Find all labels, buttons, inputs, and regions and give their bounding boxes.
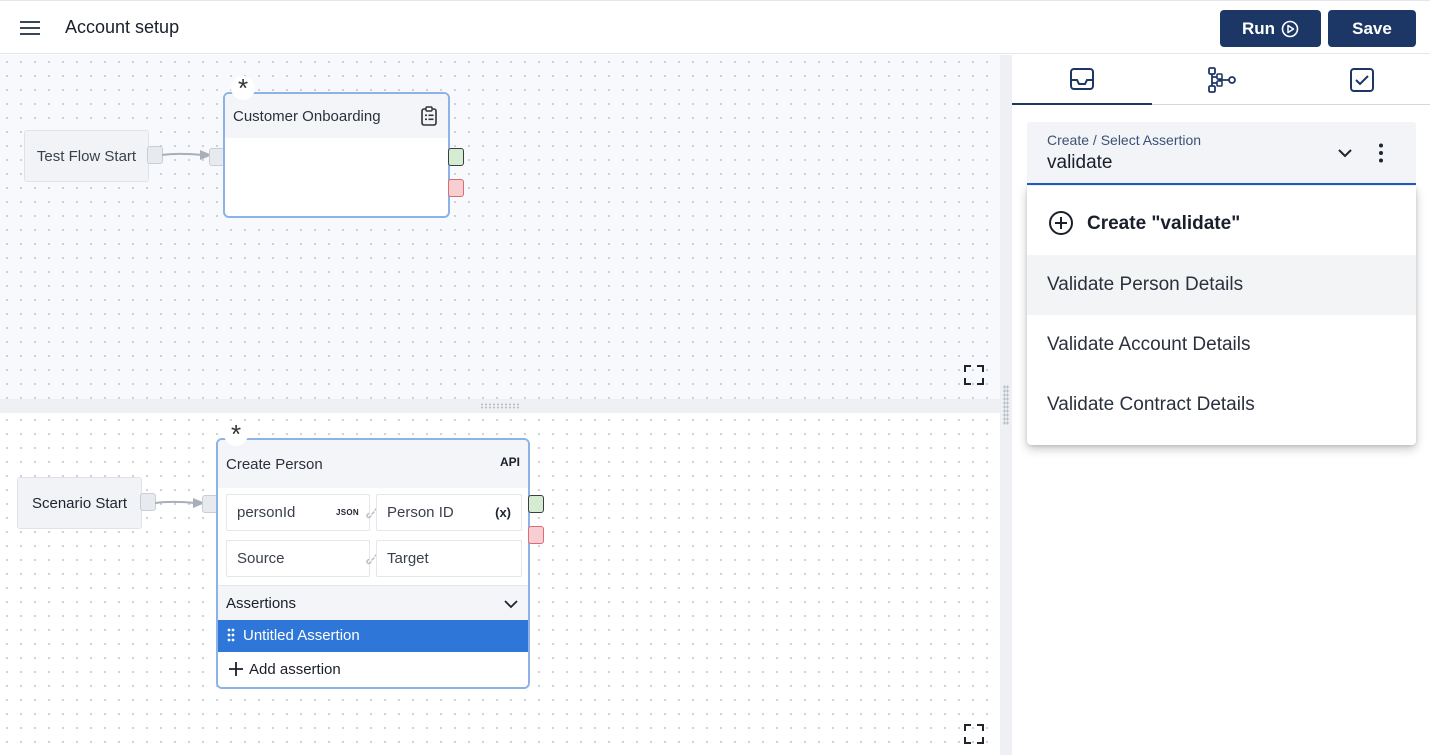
create-assertion-option[interactable]: Create "validate": [1027, 194, 1416, 254]
inbox-icon: [1070, 68, 1094, 90]
assertion-row-selected[interactable]: Untitled Assertion: [218, 620, 528, 652]
asterisk-icon: *: [231, 75, 255, 101]
assertions-label: Assertions: [226, 595, 297, 612]
tab-checks[interactable]: [1292, 55, 1430, 105]
start-node-label: Scenario Start: [31, 494, 128, 512]
connector-arrow: [162, 150, 212, 160]
horizontal-splitter[interactable]: [0, 399, 1000, 413]
tab-inbox[interactable]: [1012, 55, 1152, 105]
node-title: Create Person: [226, 456, 323, 473]
option-label: Validate Contract Details: [1047, 394, 1255, 415]
create-option-label: Create "validate": [1087, 213, 1241, 234]
assertion-search-input[interactable]: [1047, 152, 1307, 174]
node-title: Customer Onboarding: [233, 108, 381, 125]
combobox-label: Create / Select Assertion: [1047, 132, 1202, 148]
add-assertion-label: Add assertion: [249, 661, 341, 678]
tab-flow[interactable]: [1152, 55, 1292, 105]
save-button-label: Save: [1352, 18, 1392, 38]
success-output-port[interactable]: [448, 148, 464, 166]
chevron-down-icon: [504, 600, 518, 609]
start-node-label: Test Flow Start: [36, 147, 137, 165]
mapping-target-field[interactable]: Person ID (x): [376, 494, 522, 531]
drag-handle-icon[interactable]: [227, 628, 235, 644]
add-assertion-button[interactable]: Add assertion: [218, 652, 528, 687]
kebab-menu-icon[interactable]: [1370, 142, 1392, 164]
option-label: Validate Person Details: [1047, 274, 1244, 295]
assertion-dropdown: Create "validate" Validate Person Detail…: [1027, 186, 1416, 445]
mapping-target-field[interactable]: Target: [376, 540, 522, 577]
clipboard-icon: [421, 106, 437, 126]
assertion-option[interactable]: Validate Person Details: [1027, 255, 1416, 315]
node-header: Customer Onboarding: [225, 94, 448, 138]
assertions-header[interactable]: Assertions: [218, 585, 528, 620]
scenario-canvas[interactable]: Scenario Start Create Person API personI…: [0, 413, 1000, 755]
hamburger-menu-button[interactable]: [14, 12, 46, 44]
menu-icon: [20, 21, 40, 35]
start-output-port[interactable]: [140, 493, 156, 511]
field-value: personId: [237, 504, 296, 521]
node-header: Create Person API: [218, 440, 528, 488]
field-value: Person ID: [387, 504, 454, 521]
connector-arrow: [155, 498, 205, 508]
vertical-splitter[interactable]: [1000, 55, 1012, 755]
assertion-option[interactable]: Validate Account Details: [1027, 315, 1416, 375]
error-output-port[interactable]: [528, 526, 544, 544]
save-button[interactable]: Save: [1328, 10, 1416, 47]
panel-tabs: [1012, 55, 1430, 105]
mapping-source-field[interactable]: Source: [226, 540, 370, 577]
app-header: Account setup Run Save: [0, 0, 1430, 54]
asterisk-icon: *: [224, 421, 248, 447]
api-badge: API: [499, 455, 520, 469]
customer-onboarding-node[interactable]: Customer Onboarding: [223, 92, 450, 218]
field-placeholder: Target: [387, 550, 429, 567]
assertion-panel: Create / Select Assertion Create "valida…: [1012, 55, 1430, 755]
add-circle-icon: [1049, 211, 1073, 235]
assertion-combobox[interactable]: Create / Select Assertion: [1027, 122, 1416, 185]
fullscreen-icon[interactable]: [963, 723, 985, 745]
variable-icon: (x): [495, 505, 511, 520]
json-icon: JSON: [336, 508, 359, 517]
flow-canvas[interactable]: Test Flow Start Customer Onboarding *: [0, 55, 1000, 399]
assertion-option[interactable]: Validate Contract Details: [1027, 375, 1416, 435]
option-label: Validate Account Details: [1047, 334, 1251, 355]
error-output-port[interactable]: [448, 179, 464, 197]
assertion-name: Untitled Assertion: [243, 627, 360, 644]
scenario-start-node[interactable]: Scenario Start: [17, 477, 142, 529]
field-placeholder: Source: [237, 550, 285, 567]
chevron-down-icon[interactable]: [1334, 142, 1356, 164]
page-title: Account setup: [65, 17, 180, 37]
success-output-port[interactable]: [528, 495, 544, 513]
test-flow-start-node[interactable]: Test Flow Start: [24, 130, 149, 182]
plus-icon: [229, 662, 243, 676]
mapping-source-field[interactable]: personId JSON: [226, 494, 370, 531]
checkbox-icon: [1350, 68, 1374, 92]
create-person-node[interactable]: Create Person API personId JSON Person I…: [216, 438, 530, 689]
flow-tree-icon: [1208, 67, 1236, 93]
fullscreen-icon[interactable]: [963, 364, 985, 386]
play-circle-icon: [1281, 20, 1299, 37]
start-output-port[interactable]: [147, 146, 163, 164]
run-button-label: Run: [1241, 18, 1276, 38]
run-button[interactable]: Run: [1220, 10, 1321, 47]
